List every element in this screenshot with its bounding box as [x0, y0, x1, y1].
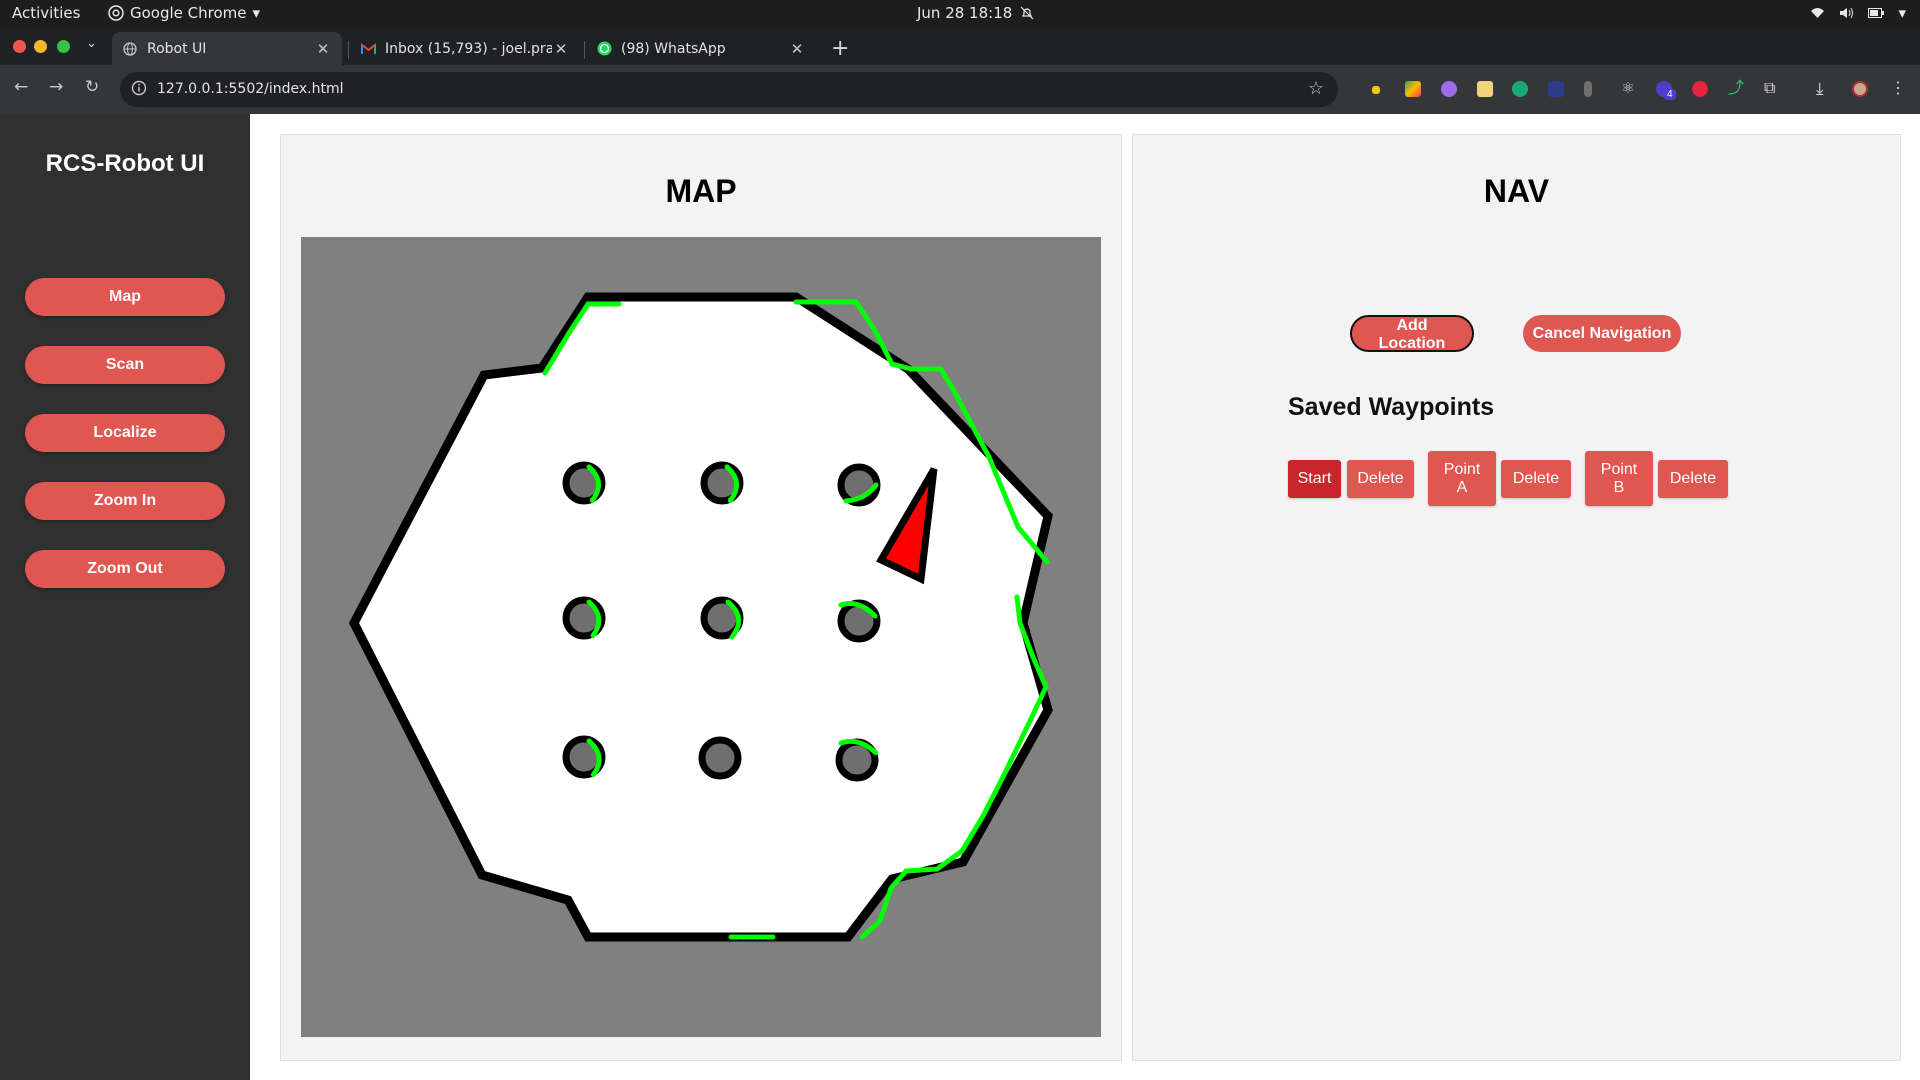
tab-title: Inbox (15,793) - joel.pras — [385, 40, 552, 57]
notifications-off-icon — [1020, 6, 1034, 20]
add-location-button[interactable]: Add Location — [1350, 315, 1474, 352]
extension-icon[interactable] — [1372, 86, 1380, 94]
close-tab-icon[interactable]: ✕ — [788, 40, 806, 58]
extension-icon[interactable] — [1692, 81, 1708, 97]
map-obstacle-pillar — [698, 736, 742, 780]
tab-strip: ⌄ Robot UI ✕ Inbox (15,793) - joel.pras … — [0, 27, 1920, 65]
address-bar[interactable]: 127.0.0.1:5502/index.html ☆ — [120, 72, 1338, 107]
tab-search-chevron-icon[interactable]: ⌄ — [86, 35, 97, 51]
tab-robot-ui[interactable]: Robot UI ✕ — [112, 32, 342, 65]
extension-icon[interactable] — [1548, 81, 1564, 97]
clock[interactable]: Jun 28 18:18 — [917, 4, 1034, 22]
reload-icon[interactable]: ↻ — [85, 77, 99, 97]
globe-icon — [122, 41, 138, 57]
waypoint-delete-button[interactable]: Delete — [1501, 460, 1571, 498]
download-icon[interactable]: ⤓ — [1816, 80, 1832, 97]
extension-icon[interactable] — [1405, 81, 1421, 97]
grammarly-icon[interactable] — [1512, 81, 1528, 97]
localize-button[interactable]: Localize — [25, 414, 225, 452]
gmail-icon — [360, 41, 376, 57]
whatsapp-icon — [596, 41, 612, 57]
zoom-in-button[interactable]: Zoom In — [25, 482, 225, 520]
occupancy-map[interactable] — [301, 237, 1101, 1037]
chrome-icon — [108, 5, 124, 21]
chrome-menu-icon[interactable]: ⋮ — [1890, 81, 1906, 97]
bookmark-star-icon[interactable]: ☆ — [1308, 78, 1324, 99]
tab-divider — [584, 41, 585, 59]
waypoint-point-a-button[interactable]: Point A — [1428, 451, 1496, 506]
map-panel-title: MAP — [665, 173, 737, 209]
close-tab-icon[interactable]: ✕ — [552, 40, 570, 58]
cancel-navigation-button[interactable]: Cancel Navigation — [1523, 315, 1681, 352]
url-text: 127.0.0.1:5502/index.html — [157, 81, 344, 97]
tab-divider — [348, 41, 349, 59]
extension-icon[interactable] — [1584, 81, 1592, 97]
waypoint-delete-button[interactable]: Delete — [1347, 460, 1414, 498]
back-arrow-icon[interactable]: ← — [14, 77, 28, 97]
forward-arrow-icon[interactable]: → — [49, 77, 63, 97]
waypoint-start-button[interactable]: Start — [1288, 460, 1341, 498]
system-tray[interactable]: ▾ — [1810, 4, 1906, 22]
volume-icon — [1840, 7, 1854, 19]
system-menu-caret-icon: ▾ — [1898, 4, 1906, 22]
app-name: Google Chrome — [130, 4, 247, 22]
app-menu[interactable]: Google Chrome ▾ — [108, 4, 260, 22]
tab-gmail[interactable]: Inbox (15,793) - joel.pras ✕ — [350, 32, 580, 65]
maximize-window-button[interactable] — [57, 40, 70, 53]
new-tab-plus-icon[interactable]: + — [831, 36, 849, 61]
extension-icon[interactable]: ⤴ — [1728, 81, 1744, 97]
site-info-icon[interactable] — [131, 80, 147, 96]
activities-button[interactable]: Activities — [12, 4, 80, 22]
tab-title: (98) WhatsApp — [621, 40, 726, 57]
close-window-button[interactable] — [13, 40, 26, 53]
wifi-icon — [1811, 8, 1825, 18]
scan-button[interactable]: Scan — [25, 346, 225, 384]
extension-icon[interactable] — [1441, 81, 1457, 97]
profile-avatar[interactable] — [1852, 81, 1868, 97]
app-title: RCS-Robot UI — [45, 150, 205, 177]
tab-whatsapp[interactable]: (98) WhatsApp ✕ — [586, 32, 816, 65]
close-tab-icon[interactable]: ✕ — [314, 40, 332, 58]
react-devtools-icon[interactable]: ⚛ — [1620, 81, 1636, 97]
minimize-window-button[interactable] — [34, 40, 47, 53]
caret-down-icon: ▾ — [252, 4, 261, 22]
zoom-out-button[interactable]: Zoom Out — [25, 550, 225, 588]
saved-waypoints-title: Saved Waypoints — [1288, 393, 1495, 421]
waypoint-point-b-button[interactable]: Point B — [1585, 451, 1653, 506]
extensions-puzzle-icon[interactable]: ⧉ — [1764, 81, 1780, 97]
map-obstacle-pillar — [837, 599, 881, 643]
nav-panel-title: NAV — [1483, 173, 1550, 209]
nav-panel: NAV — [1132, 134, 1901, 1061]
browser-toolbar: ← → ↻ 127.0.0.1:5502/index.html ☆ ⚛ 4 ⤴ … — [0, 65, 1920, 114]
battery-icon — [1868, 8, 1885, 18]
map-button[interactable]: Map — [25, 278, 225, 316]
tab-title: Robot UI — [147, 40, 207, 57]
waypoint-delete-button[interactable]: Delete — [1658, 460, 1728, 498]
extension-icon[interactable] — [1477, 81, 1493, 97]
os-top-bar: Activities Google Chrome ▾ Jun 28 18:18 … — [0, 0, 1920, 27]
extension-badge: 4 — [1664, 89, 1676, 100]
datetime: Jun 28 18:18 — [917, 4, 1013, 22]
sidebar: RCS-Robot UI Map Scan Localize Zoom In Z… — [0, 114, 250, 1080]
